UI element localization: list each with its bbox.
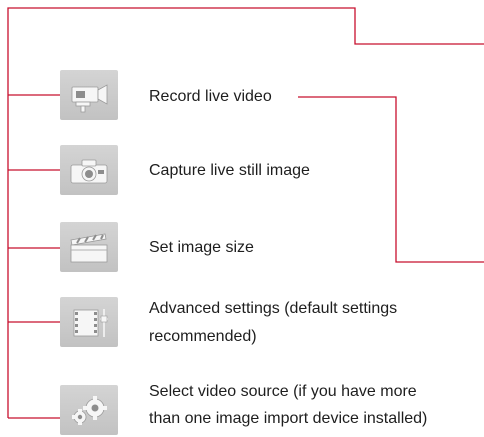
video-source-label-line2: than one image import device installed) [149, 410, 428, 427]
record-callout-line [298, 96, 484, 263]
film-settings-icon[interactable] [60, 297, 118, 347]
capture-still-label: Capture live still image [149, 162, 310, 179]
advanced-settings-label-line2: recommended) [149, 328, 257, 345]
callout-lines [7, 7, 484, 419]
gears-icon[interactable] [60, 385, 118, 435]
image-size-label: Set image size [149, 239, 254, 256]
advanced-settings-label-line1: Advanced settings (default settings [149, 300, 398, 317]
video-source-label-line1: Select video source (if you have more [149, 383, 417, 400]
record-video-label: Record live video [149, 88, 272, 105]
video-camera-icon[interactable] [60, 70, 118, 120]
clapperboard-icon[interactable] [60, 222, 118, 272]
still-camera-icon[interactable] [60, 145, 118, 195]
